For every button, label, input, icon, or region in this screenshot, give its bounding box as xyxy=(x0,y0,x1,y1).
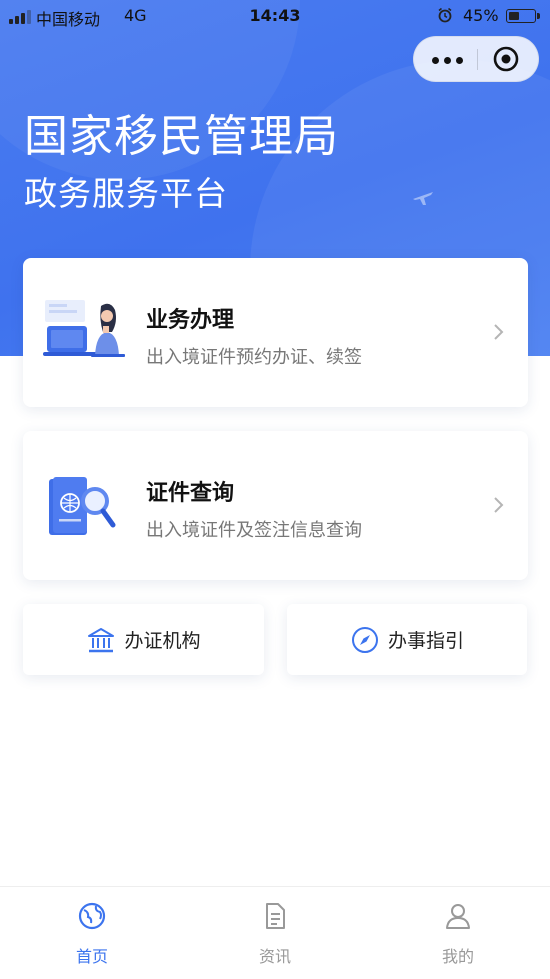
user-icon xyxy=(446,904,470,929)
business-card[interactable]: 业务办理 出入境证件预约办证、续签 xyxy=(23,258,528,407)
tab-label: 首页 xyxy=(75,947,108,966)
card-title: 证件查询 xyxy=(146,481,235,506)
capsule-divider xyxy=(477,49,478,70)
tab-bar: 首页 资讯 我的 xyxy=(0,886,550,979)
card-subtitle: 出入境证件预约办证、续签 xyxy=(146,347,362,368)
chevron-right-icon xyxy=(494,324,504,340)
business-person-illustration xyxy=(43,300,125,357)
page-subtitle: 政务服务平台 xyxy=(24,174,228,213)
battery-percent: 45% xyxy=(463,6,499,25)
certificate-query-card[interactable]: 证件查询 出入境证件及签注信息查询 xyxy=(23,431,528,580)
bank-icon xyxy=(88,627,115,652)
passport-search-illustration xyxy=(49,477,116,535)
service-guide-button[interactable]: 办事指引 xyxy=(287,604,527,675)
page-title: 国家移民管理局 xyxy=(24,111,339,162)
quick-link-label: 办事指引 xyxy=(387,630,464,652)
battery-icon xyxy=(506,9,540,23)
certification-agencies-button[interactable]: 办证机构 xyxy=(23,604,264,675)
document-icon xyxy=(266,903,285,929)
card-title: 业务办理 xyxy=(146,308,235,333)
globe-icon xyxy=(78,902,106,930)
chevron-right-icon xyxy=(494,497,504,513)
tab-label: 我的 xyxy=(441,947,474,966)
tab-label: 资讯 xyxy=(258,947,291,966)
status-bar: 中国移动 4G 14:43 45% xyxy=(0,0,550,32)
tab-news[interactable]: 资讯 xyxy=(220,887,330,979)
close-miniprogram-icon[interactable] xyxy=(490,43,522,75)
quick-link-label: 办证机构 xyxy=(124,630,201,652)
alarm-icon xyxy=(438,7,452,23)
tab-profile[interactable]: 我的 xyxy=(403,887,513,979)
compass-icon xyxy=(351,626,378,653)
miniprogram-capsule xyxy=(413,36,539,82)
more-options-button[interactable] xyxy=(424,37,476,81)
tab-home[interactable]: 首页 xyxy=(37,887,147,979)
card-subtitle: 出入境证件及签注信息查询 xyxy=(146,520,362,541)
airplane-icon xyxy=(413,192,433,205)
